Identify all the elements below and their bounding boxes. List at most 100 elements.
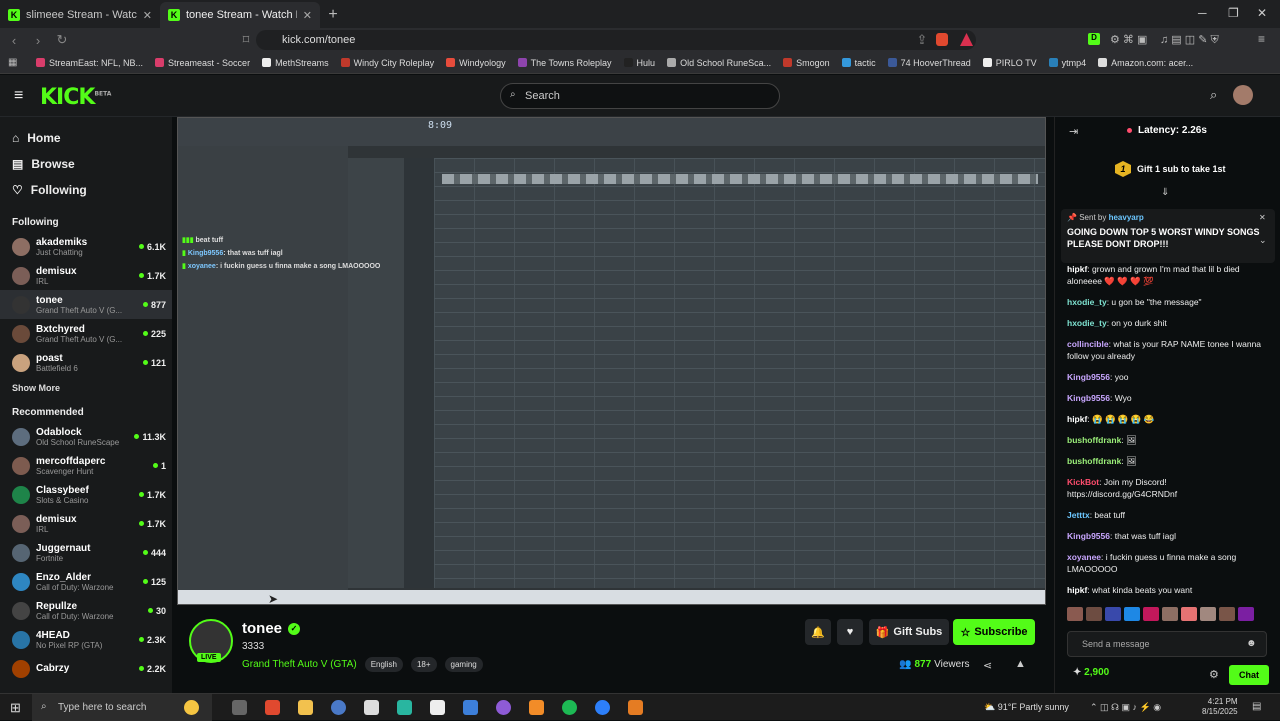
apps-grid-icon[interactable]: ▦	[8, 57, 17, 68]
channel-akademiks[interactable]: akademiks Just Chatting 6.1K	[0, 232, 172, 261]
reload-icon[interactable]: ↻	[52, 32, 72, 48]
bookmark-item[interactable]: MethStreams	[262, 58, 329, 68]
chat-username[interactable]: Jetttx	[1067, 510, 1090, 520]
nav-home[interactable]: ⌂ Home	[0, 125, 172, 151]
forward-icon[interactable]: ›	[28, 33, 48, 48]
minimize-icon[interactable]: ─	[1198, 6, 1207, 20]
copilot-icon[interactable]	[184, 700, 199, 715]
chat-username[interactable]: hxodie_ty	[1067, 318, 1107, 328]
channel-odablock[interactable]: Odablock Old School RuneScape 11.3K	[0, 422, 172, 451]
chat-settings-icon[interactable]: ⚙	[1209, 668, 1219, 681]
bookmark-item[interactable]: 74 HooverThread	[887, 58, 971, 68]
url-input[interactable]: kick.com/tonee	[256, 30, 976, 50]
chat-username[interactable]: Kingb9556	[1067, 531, 1110, 541]
chat-username[interactable]: hipkf	[1067, 414, 1087, 424]
show-more-link[interactable]: Show More	[0, 377, 172, 397]
tag-gaming[interactable]: gaming	[444, 657, 483, 672]
expand-icon[interactable]: ⇓	[1161, 187, 1169, 198]
tab-slimeee[interactable]: K slimeee Stream - Watch Live on Kick ✕	[0, 2, 160, 28]
chat-username[interactable]: collincible	[1067, 339, 1109, 349]
close-tab-icon[interactable]: ✕	[143, 9, 152, 22]
gift-leaderboard[interactable]: 1 Gift 1 sub to take 1st	[1115, 161, 1226, 177]
bookmark-item[interactable]: Windyology	[446, 58, 506, 68]
share-icon[interactable]: ⇪	[912, 32, 932, 48]
unpin-icon[interactable]: ✕	[1259, 213, 1266, 222]
bookmark-item[interactable]: tactic	[841, 58, 876, 68]
brave-icon[interactable]	[265, 700, 280, 715]
channel-4head[interactable]: 4HEAD No Pixel RP (GTA) 2.3K	[0, 625, 172, 654]
subscribe-button[interactable]: ☆ Subscribe	[953, 619, 1035, 645]
follow-button[interactable]: ♥	[837, 619, 863, 645]
extension-icon[interactable]: D	[1088, 33, 1100, 45]
bookmark-item[interactable]: ytmp4	[1048, 58, 1086, 68]
emote-bar[interactable]	[1067, 607, 1267, 623]
video-player[interactable]: 8:09 ▮▮▮ beat tuff ▮ Kingb9556: that was…	[177, 117, 1046, 605]
channel-repullze[interactable]: Repullze Call of Duty: Warzone 30	[0, 596, 172, 625]
nav-browse[interactable]: ▤ Browse	[0, 151, 172, 177]
bookmark-item[interactable]: Smogon	[783, 58, 830, 68]
task-view-icon[interactable]	[232, 700, 247, 715]
stream-category-link[interactable]: Grand Theft Auto V (GTA)	[242, 659, 357, 670]
spotify-icon[interactable]	[562, 700, 577, 715]
app-icon[interactable]	[430, 700, 445, 715]
tab-tonee[interactable]: K tonee Stream - Watch Live on Kick ✕	[160, 2, 320, 28]
chat-username[interactable]: KickBot	[1067, 477, 1099, 487]
chat-username[interactable]: hipkf	[1067, 585, 1087, 595]
chat-input[interactable]: Send a message ☻	[1067, 631, 1267, 657]
emoji-icon[interactable]: ☻	[1246, 638, 1257, 649]
chat-username[interactable]: hxodie_ty	[1067, 297, 1107, 307]
chat-username[interactable]: bushoffdrank	[1067, 435, 1121, 445]
kick-logo[interactable]: KICKBETA	[40, 85, 111, 110]
channel-cabrzy[interactable]: Cabrzy 2.2K	[0, 654, 172, 683]
channel-points[interactable]: ✦ 2,900	[1073, 667, 1109, 678]
bookmark-icon[interactable]: ⌑	[236, 32, 256, 48]
notifications-icon[interactable]: ⌕	[1210, 87, 1217, 103]
skype-icon[interactable]	[595, 700, 610, 715]
notification-center-icon[interactable]: ▤	[1252, 701, 1261, 712]
chrome-icon[interactable]	[331, 700, 346, 715]
menu-icon[interactable]: ≡	[1258, 32, 1265, 46]
collapse-chat-icon[interactable]: ⇥	[1069, 125, 1078, 138]
channel-bxtchyred[interactable]: Bxtchyred Grand Theft Auto V (G... 225	[0, 319, 172, 348]
streamer-name[interactable]: tonee ✓	[242, 620, 301, 637]
share-icon[interactable]: ⋖	[983, 659, 992, 672]
chat-username[interactable]: xoyanee	[1067, 552, 1101, 562]
app-icon[interactable]	[496, 700, 511, 715]
extensions-icon[interactable]: ⚙ ⌘ ▣	[1110, 33, 1147, 46]
tag-18plus[interactable]: 18+	[410, 657, 437, 672]
toolbar-icons[interactable]: ♫ ▤ ◫ ✎ ⛨	[1160, 33, 1219, 47]
close-window-icon[interactable]: ✕	[1257, 6, 1267, 20]
maximize-icon[interactable]: ❐	[1228, 6, 1239, 20]
chat-username[interactable]: bushoffdrank	[1067, 456, 1121, 466]
bookmark-item[interactable]: Windy City Roleplay	[340, 58, 434, 68]
channel-mercoffdaperc[interactable]: mercoffdaperc Scavenger Hunt 1	[0, 451, 172, 480]
system-tray-icons[interactable]: ⌃ ◫ ☊ ▣ ♪ ⚡ ◉	[1090, 702, 1161, 713]
chat-username[interactable]: Kingb9556	[1067, 393, 1110, 403]
channel-classybeef[interactable]: Classybeef Slots & Casino 1.7K	[0, 480, 172, 509]
app-icon[interactable]	[628, 700, 643, 715]
back-icon[interactable]: ‹	[4, 33, 24, 48]
report-icon[interactable]: ▲	[1015, 658, 1026, 670]
channel-juggernaut[interactable]: Juggernaut Fortnite 444	[0, 538, 172, 567]
hamburger-menu-icon[interactable]: ≡	[14, 87, 23, 105]
bookmark-item[interactable]: PIRLO TV	[982, 58, 1037, 68]
bookmark-item[interactable]: Old School RuneSca...	[667, 58, 771, 68]
bookmark-item[interactable]: The Towns Roleplay	[517, 58, 612, 68]
tag-english[interactable]: English	[364, 657, 403, 672]
app-icon[interactable]	[364, 700, 379, 715]
user-avatar[interactable]	[1233, 85, 1253, 105]
nav-following[interactable]: ♡ Following	[0, 177, 172, 203]
channel-tonee[interactable]: tonee Grand Theft Auto V (G... 877	[0, 290, 172, 319]
bookmark-item[interactable]: Amazon.com: acer...	[1098, 58, 1193, 68]
chevron-down-icon[interactable]: ⌄	[1259, 235, 1267, 246]
brave-shield-icon[interactable]	[936, 33, 948, 46]
app-icon[interactable]	[397, 700, 412, 715]
chat-username[interactable]: hipkf	[1067, 264, 1087, 274]
fl-studio-icon[interactable]	[529, 700, 544, 715]
chat-username[interactable]: Kingb9556	[1067, 372, 1110, 382]
channel-enzo-alder[interactable]: Enzo_Alder Call of Duty: Warzone 125	[0, 567, 172, 596]
pinned-message[interactable]: 📌 Sent by heavyarp GOING DOWN TOP 5 WORS…	[1061, 209, 1275, 263]
app-icon[interactable]	[463, 700, 478, 715]
windows-start-icon[interactable]: ⊞	[10, 700, 21, 716]
bookmark-item[interactable]: StreamEast: NFL, NB...	[36, 58, 143, 68]
